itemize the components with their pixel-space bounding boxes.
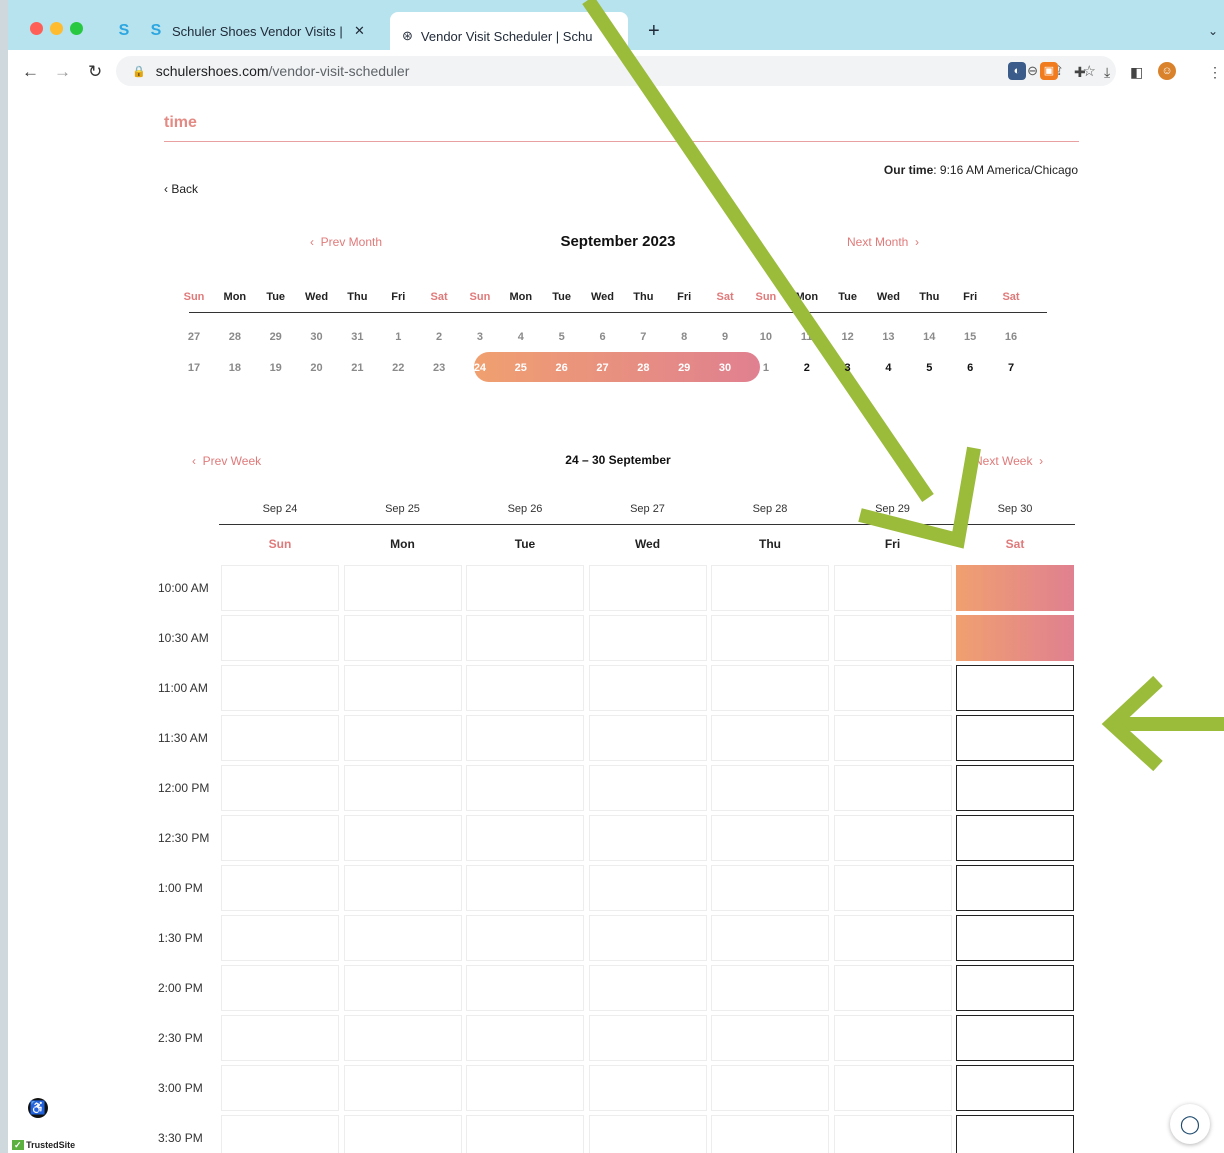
day-cell[interactable]: 21: [342, 362, 372, 374]
day-cell[interactable]: 24: [465, 362, 495, 374]
browser-window: S S Schuler Shoes Vendor Visits | S ✕ ⊛ …: [8, 0, 1224, 1153]
day-cell[interactable]: 20: [302, 362, 332, 374]
arrow-shaft: [582, 0, 934, 502]
annotation-arrows: [582, 0, 1224, 772]
day-cell[interactable]: 25: [506, 362, 536, 374]
day-cell[interactable]: 17: [179, 362, 209, 374]
day-cell[interactable]: 4: [873, 362, 903, 374]
day-cell[interactable]: 19: [261, 362, 291, 374]
day-cell[interactable]: 3: [833, 362, 863, 374]
day-cell[interactable]: 22: [383, 362, 413, 374]
day-cell[interactable]: 26: [547, 362, 577, 374]
day-cell[interactable]: 1: [751, 362, 781, 374]
day-cell[interactable]: 23: [424, 362, 454, 374]
day-cell[interactable]: 27: [588, 362, 618, 374]
day-cell[interactable]: 28: [628, 362, 658, 374]
check-icon: ✓: [12, 1140, 24, 1150]
day-cell[interactable]: 2: [792, 362, 822, 374]
day-cell[interactable]: 18: [220, 362, 250, 374]
day-cell[interactable]: 5: [914, 362, 944, 374]
accessibility-icon[interactable]: ♿: [28, 1098, 48, 1118]
day-cell[interactable]: 7: [996, 362, 1026, 374]
day-cell[interactable]: 6: [955, 362, 985, 374]
trustedsite-badge[interactable]: ✓ TrustedSite: [8, 1140, 80, 1153]
chat-icon[interactable]: ◯: [1170, 1104, 1210, 1144]
day-cell[interactable]: 29: [669, 362, 699, 374]
day-cell[interactable]: 30: [710, 362, 740, 374]
